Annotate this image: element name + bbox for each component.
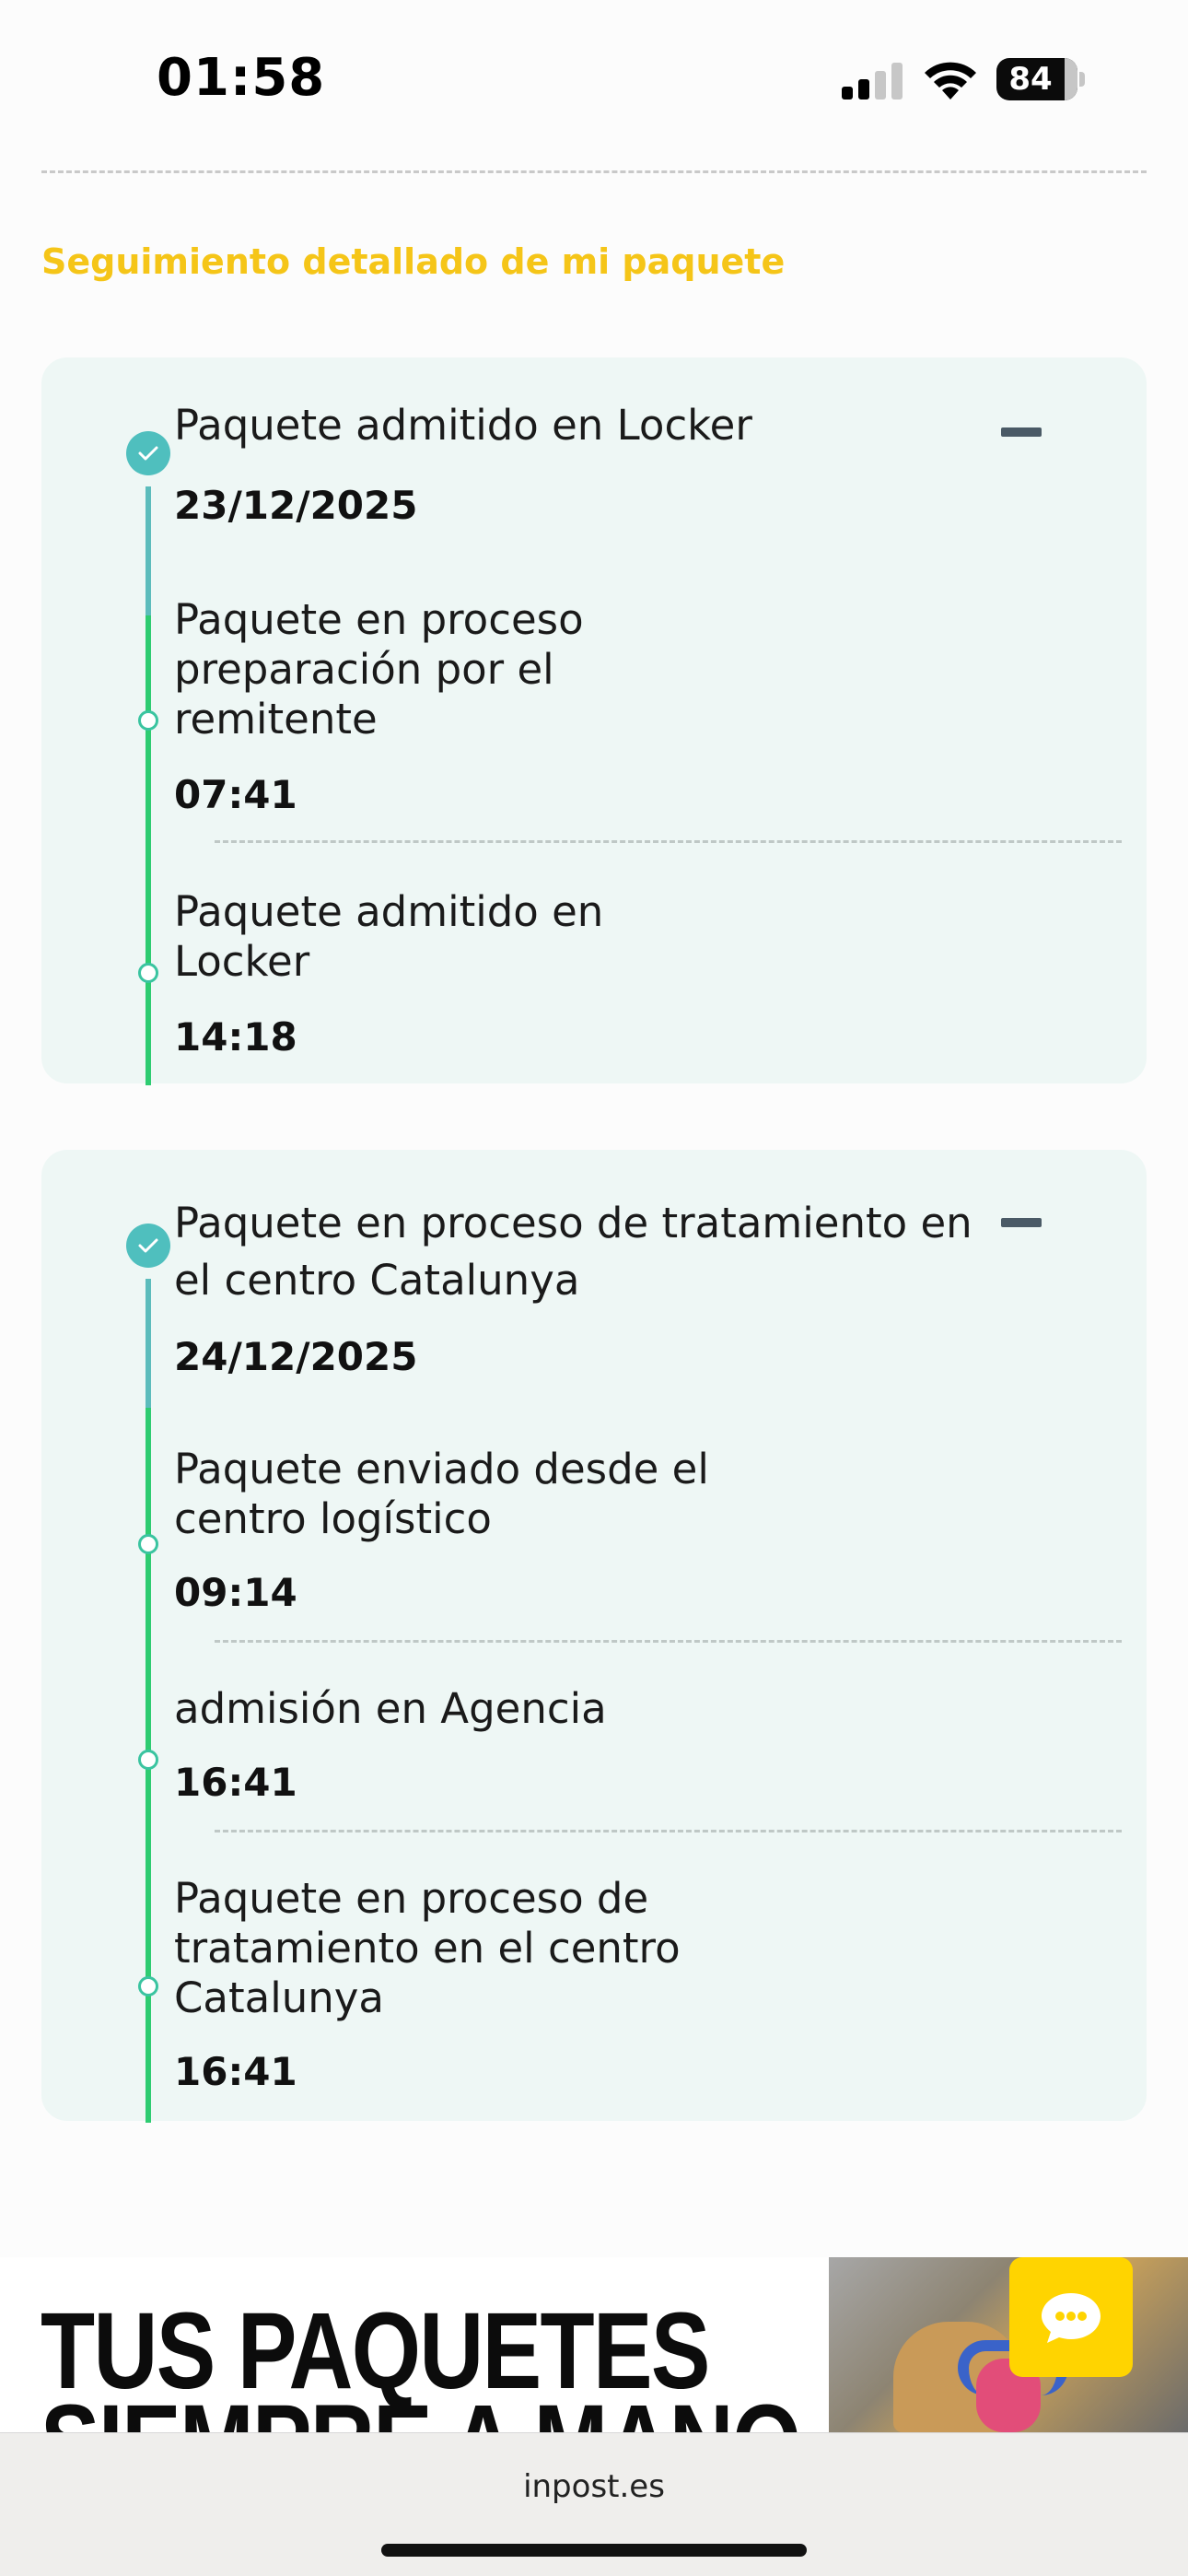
browser-address-bar[interactable]: inpost.es [0, 2432, 1188, 2576]
wifi-icon [925, 62, 976, 100]
event-time: 14:18 [174, 1014, 297, 1060]
check-icon [126, 431, 170, 475]
event-title: Paquete admitido en Locker [174, 887, 604, 986]
check-icon [126, 1224, 170, 1268]
timeline-dot [138, 1976, 158, 1996]
status-bar: 01:58 84 [0, 0, 1188, 157]
event-time: 16:41 [174, 2049, 297, 2094]
timeline-line [146, 486, 151, 615]
banner-line-2: SIEMPRE A MANO EN [41, 2389, 946, 2432]
signal-icon [842, 63, 903, 100]
home-indicator[interactable] [381, 2544, 807, 2557]
timeline-dot [138, 1750, 158, 1770]
group-title: Paquete en proceso de tratamiento en el … [174, 1199, 973, 1305]
timeline-dot [138, 710, 158, 731]
divider [41, 170, 1147, 173]
event-title: admisión en Agencia [174, 1684, 607, 1733]
timeline-dot [138, 963, 158, 983]
section-title: Seguimiento detallado de mi paquete [41, 241, 786, 282]
group-date: 23/12/2025 [174, 483, 418, 528]
event-separator [215, 1830, 1122, 1832]
collapse-minus-icon[interactable] [1001, 427, 1042, 437]
event-time: 09:14 [174, 1570, 297, 1615]
battery-level: 84 [1008, 61, 1053, 98]
event-separator [215, 1640, 1122, 1643]
battery-icon: 84 [996, 58, 1085, 100]
timeline-line [146, 615, 151, 1085]
banner-photo [829, 2257, 1188, 2432]
tracking-group-card: Paquete en proceso de tratamiento en el … [41, 1150, 1147, 2123]
status-time: 01:58 [157, 48, 326, 108]
banner-headline: TUS PAQUETES SIEMPRE A MANO EN [41, 2297, 946, 2432]
timeline-line [146, 1279, 151, 1408]
collapse-minus-icon[interactable] [1001, 1218, 1042, 1227]
url-text[interactable]: inpost.es [0, 2468, 1188, 2505]
group-title: Paquete admitido en Locker [174, 401, 752, 450]
timeline-dot [138, 1534, 158, 1554]
tracking-group-card: Paquete admitido en Locker 23/12/2025 Pa… [41, 357, 1147, 1085]
event-time: 07:41 [174, 772, 297, 817]
event-time: 16:41 [174, 1760, 297, 1805]
group-date: 24/12/2025 [174, 1334, 418, 1379]
chat-bubble-icon [1042, 2293, 1101, 2343]
event-title: Paquete enviado desde el centro logístic… [174, 1445, 709, 1543]
chat-button[interactable] [1009, 2257, 1133, 2377]
event-title: Paquete en proceso de tratamiento en el … [174, 1874, 681, 2022]
event-separator [215, 840, 1122, 843]
event-title: Paquete en proceso preparación por el re… [174, 595, 584, 744]
